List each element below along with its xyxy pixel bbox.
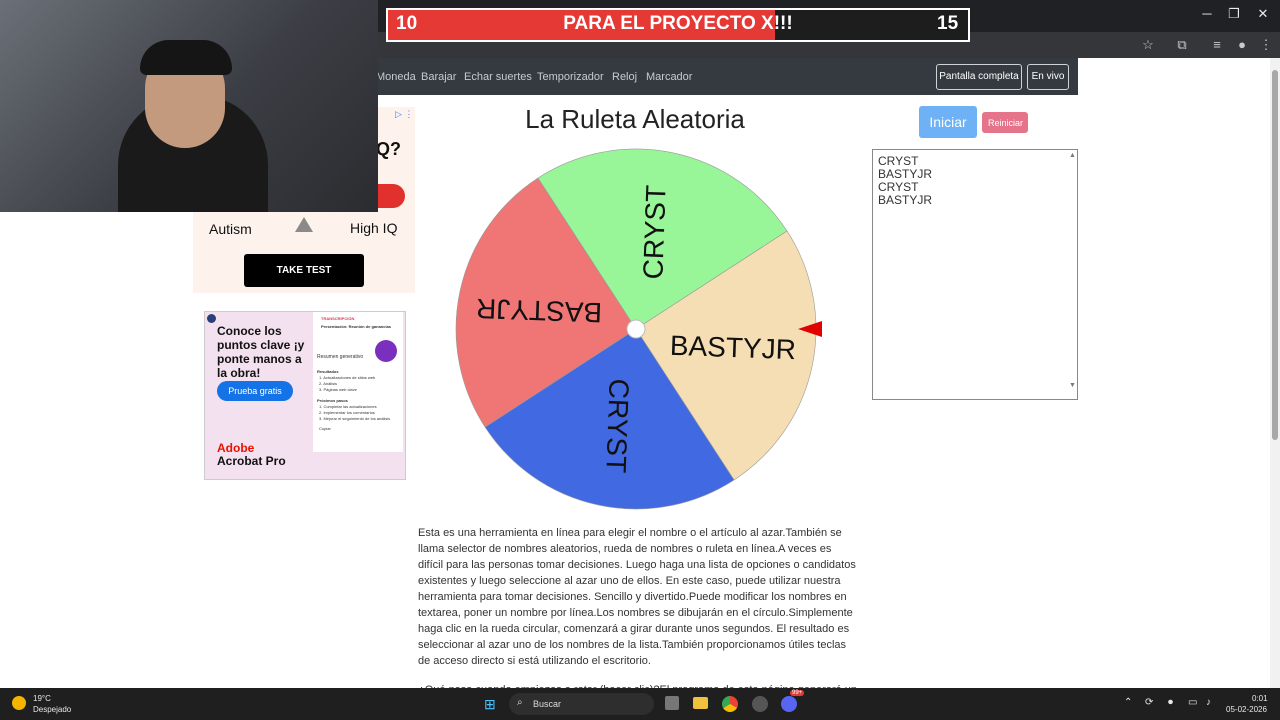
ad-panel-copy: Copiar: [319, 426, 331, 431]
maximize-icon[interactable]: ❐: [1224, 6, 1244, 22]
ad-question-text: Q?: [376, 139, 401, 159]
ad-red-button[interactable]: [378, 184, 405, 208]
taskbar-search[interactable]: [509, 693, 654, 715]
page-title: La Ruleta Aleatoria: [525, 104, 745, 134]
sync-icon[interactable]: ⟳: [1145, 697, 1153, 708]
ad-panel-title: Presentación: Reunión de ganancias: [321, 324, 392, 329]
name-wheel[interactable]: BASTYJR CRYST BASTYJR CRYST: [450, 143, 830, 515]
reset-button[interactable]: Reiniciar: [982, 112, 1028, 133]
wheel-segment-label: CRYST: [637, 184, 671, 279]
ad-panel-tag: TRANSCRIPCIÓN: [321, 316, 355, 321]
take-test-button[interactable]: TAKE TEST: [244, 254, 364, 287]
wheel-segment-label: CRYST: [600, 378, 634, 473]
nav-link-moneda[interactable]: Moneda: [376, 71, 416, 83]
extensions-icon[interactable]: ⧉: [1173, 36, 1191, 54]
clock-date[interactable]: 05-02-2026: [1226, 705, 1267, 714]
goal-message: PARA EL PROYECTO X!!!: [563, 13, 793, 34]
ad-panel-results-item: 3. Páginas web clave: [319, 387, 357, 392]
scale-pointer-icon: [295, 217, 313, 232]
scrollbar-thumb[interactable]: [1272, 70, 1278, 440]
description-text: Esta es una herramienta en línea para el…: [418, 527, 856, 667]
taskbar-search-placeholder[interactable]: Buscar: [533, 699, 561, 709]
ad-choices-icon[interactable]: ▷ ⋮: [395, 109, 413, 120]
star-icon[interactable]: ☆: [1139, 36, 1157, 54]
ad-headline: Conoce los puntos clave ¡y ponte manos a…: [217, 324, 305, 380]
ad-shield-icon: [207, 314, 216, 323]
weather-temp[interactable]: 19°C: [33, 694, 51, 703]
volume-icon[interactable]: ♪: [1206, 697, 1211, 708]
prueba-gratis-button[interactable]: Prueba gratis: [217, 381, 293, 401]
menu-icon[interactable]: ⋮: [1257, 36, 1275, 54]
minimize-icon[interactable]: ─: [1197, 6, 1217, 22]
network-icon[interactable]: ▭: [1188, 697, 1197, 708]
tray-chevron-icon[interactable]: ⌃: [1124, 697, 1132, 708]
clock-time[interactable]: 0:01: [1252, 694, 1268, 703]
microphone-icon[interactable]: ⏺: [1168, 697, 1173, 708]
names-textarea[interactable]: CRYST BASTYJR CRYST BASTYJR: [872, 149, 1078, 400]
ad-panel-next-item: 3. Mejorar el seguimiento de los análisi…: [319, 416, 391, 421]
goal-target-count: 15: [937, 13, 959, 34]
ad-left-label: Autism: [209, 221, 252, 237]
search-icon: ⌕: [517, 697, 523, 708]
nav-link-marcador[interactable]: Marcador: [646, 71, 692, 83]
ad-acrobat[interactable]: ⓘ ⋮ Conoce los puntos clave ¡y ponte man…: [204, 311, 406, 480]
weather-moon-icon[interactable]: [12, 696, 26, 710]
product-name: Acrobat Pro: [217, 454, 286, 468]
webcam-overlay: [0, 0, 378, 212]
streamer-cap: [140, 40, 232, 75]
discord-icon[interactable]: [781, 696, 797, 712]
ai-assistant-icon: [375, 340, 397, 362]
textarea-scroll-up-icon[interactable]: ▲: [1069, 152, 1076, 159]
nav-link-temporizador[interactable]: Temporizador: [537, 71, 604, 83]
ad-right-label: High IQ: [350, 220, 398, 236]
nav-link-barajar[interactable]: Barajar: [421, 71, 456, 83]
obs-icon[interactable]: [752, 696, 768, 712]
nav-link-reloj[interactable]: Reloj: [612, 71, 637, 83]
windows-start-icon[interactable]: ⊞: [484, 696, 500, 712]
weather-desc[interactable]: Despejado: [33, 705, 71, 714]
wheel-segment-label: BASTYJR: [476, 293, 603, 328]
ad-doc-panel: TRANSCRIPCIÓN Presentación: Reunión de g…: [313, 312, 403, 452]
start-button[interactable]: Iniciar: [919, 106, 977, 138]
wheel-segment-label: BASTYJR: [669, 330, 796, 365]
file-explorer-icon[interactable]: [693, 697, 708, 709]
task-view-icon[interactable]: [665, 696, 679, 710]
close-icon[interactable]: ✕: [1253, 6, 1273, 22]
fullscreen-button[interactable]: Pantalla completa: [936, 64, 1022, 90]
adobe-logo: Adobe: [217, 441, 255, 455]
discord-badge: 99+: [790, 690, 805, 696]
live-button[interactable]: En vivo: [1027, 64, 1069, 90]
profile-icon[interactable]: ●: [1233, 36, 1251, 54]
nav-link-echar-suertes[interactable]: Echar suertes: [464, 71, 532, 83]
chrome-icon[interactable]: [722, 696, 738, 712]
textarea-scroll-down-icon[interactable]: ▼: [1069, 382, 1076, 389]
tab-search-icon[interactable]: ≡: [1208, 36, 1226, 54]
wheel-hub[interactable]: [626, 319, 646, 339]
